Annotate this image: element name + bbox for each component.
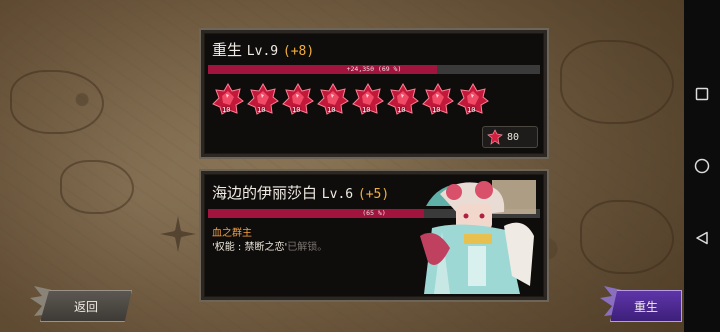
rebirth-title-text: 重生 [212, 41, 243, 59]
character-title: 海边的伊丽莎白 Lv.6 (+5) [212, 182, 389, 203]
system-back-button[interactable] [692, 228, 712, 248]
gem-count: 10 [432, 106, 441, 114]
ability-locked-text: 已解锁。 [287, 242, 328, 253]
character-subtitle: 血之群主 [212, 228, 252, 239]
home-button[interactable] [692, 156, 712, 176]
red-gem-icon [487, 129, 503, 145]
character-level: Lv.6 [321, 187, 354, 202]
triangle-icon [696, 231, 708, 245]
gem-slot: 10 [317, 82, 349, 115]
ability-text: '权能 : 禁断之恋' [212, 242, 288, 253]
gem-count: 10 [327, 106, 336, 114]
compass-icon [160, 216, 196, 252]
character-portrait [420, 180, 536, 294]
character-bonus: (+5) [357, 187, 390, 202]
rebirth-exp-bar: +24,350 (69 %) [208, 65, 540, 74]
gem-row: 10 10 10 10 10 10 10 10 [212, 82, 492, 115]
gem-slot: 10 [352, 82, 384, 115]
gem-slot: 10 [212, 82, 244, 115]
character-name: 海边的伊丽莎白 [212, 184, 318, 202]
gem-slot: 10 [422, 82, 454, 115]
circle-icon [694, 158, 710, 174]
gem-count: 10 [397, 106, 406, 114]
gem-slot: 10 [457, 82, 489, 115]
rebirth-exp-text: +24,350 (69 %) [346, 65, 402, 73]
gem-slot: 10 [282, 82, 314, 115]
back-button[interactable]: 返回 [40, 290, 132, 322]
rebirth-level: Lv.9 [246, 44, 279, 59]
rebirth-cost-value: 80 [507, 131, 520, 143]
recent-apps-button[interactable] [692, 84, 712, 104]
gem-count: 10 [222, 106, 231, 114]
gem-count: 10 [257, 106, 266, 114]
gem-count: 10 [362, 106, 371, 114]
system-nav-bar [684, 0, 720, 332]
rebirth-title: 重生 Lv.9 (+8) [212, 39, 314, 60]
gem-count: 10 [467, 106, 476, 114]
square-icon [695, 87, 709, 101]
gem-count: 10 [292, 106, 301, 114]
rebirth-cost: 80 [482, 126, 538, 148]
character-ability: '权能 : 禁断之恋'已解锁。 [212, 238, 327, 253]
rebirth-button[interactable]: 重生 [610, 290, 682, 322]
rebirth-panel: 重生 Lv.9 (+8) +24,350 (69 %) 10 10 10 10 10 10… [201, 30, 547, 157]
rebirth-bonus: (+8) [282, 44, 315, 59]
character-panel: 海边的伊丽莎白 Lv.6 (+5) (65 %) 血之群主 '权能 : 禁断之恋… [201, 171, 547, 300]
gem-slot: 10 [247, 82, 279, 115]
gem-slot: 10 [387, 82, 419, 115]
